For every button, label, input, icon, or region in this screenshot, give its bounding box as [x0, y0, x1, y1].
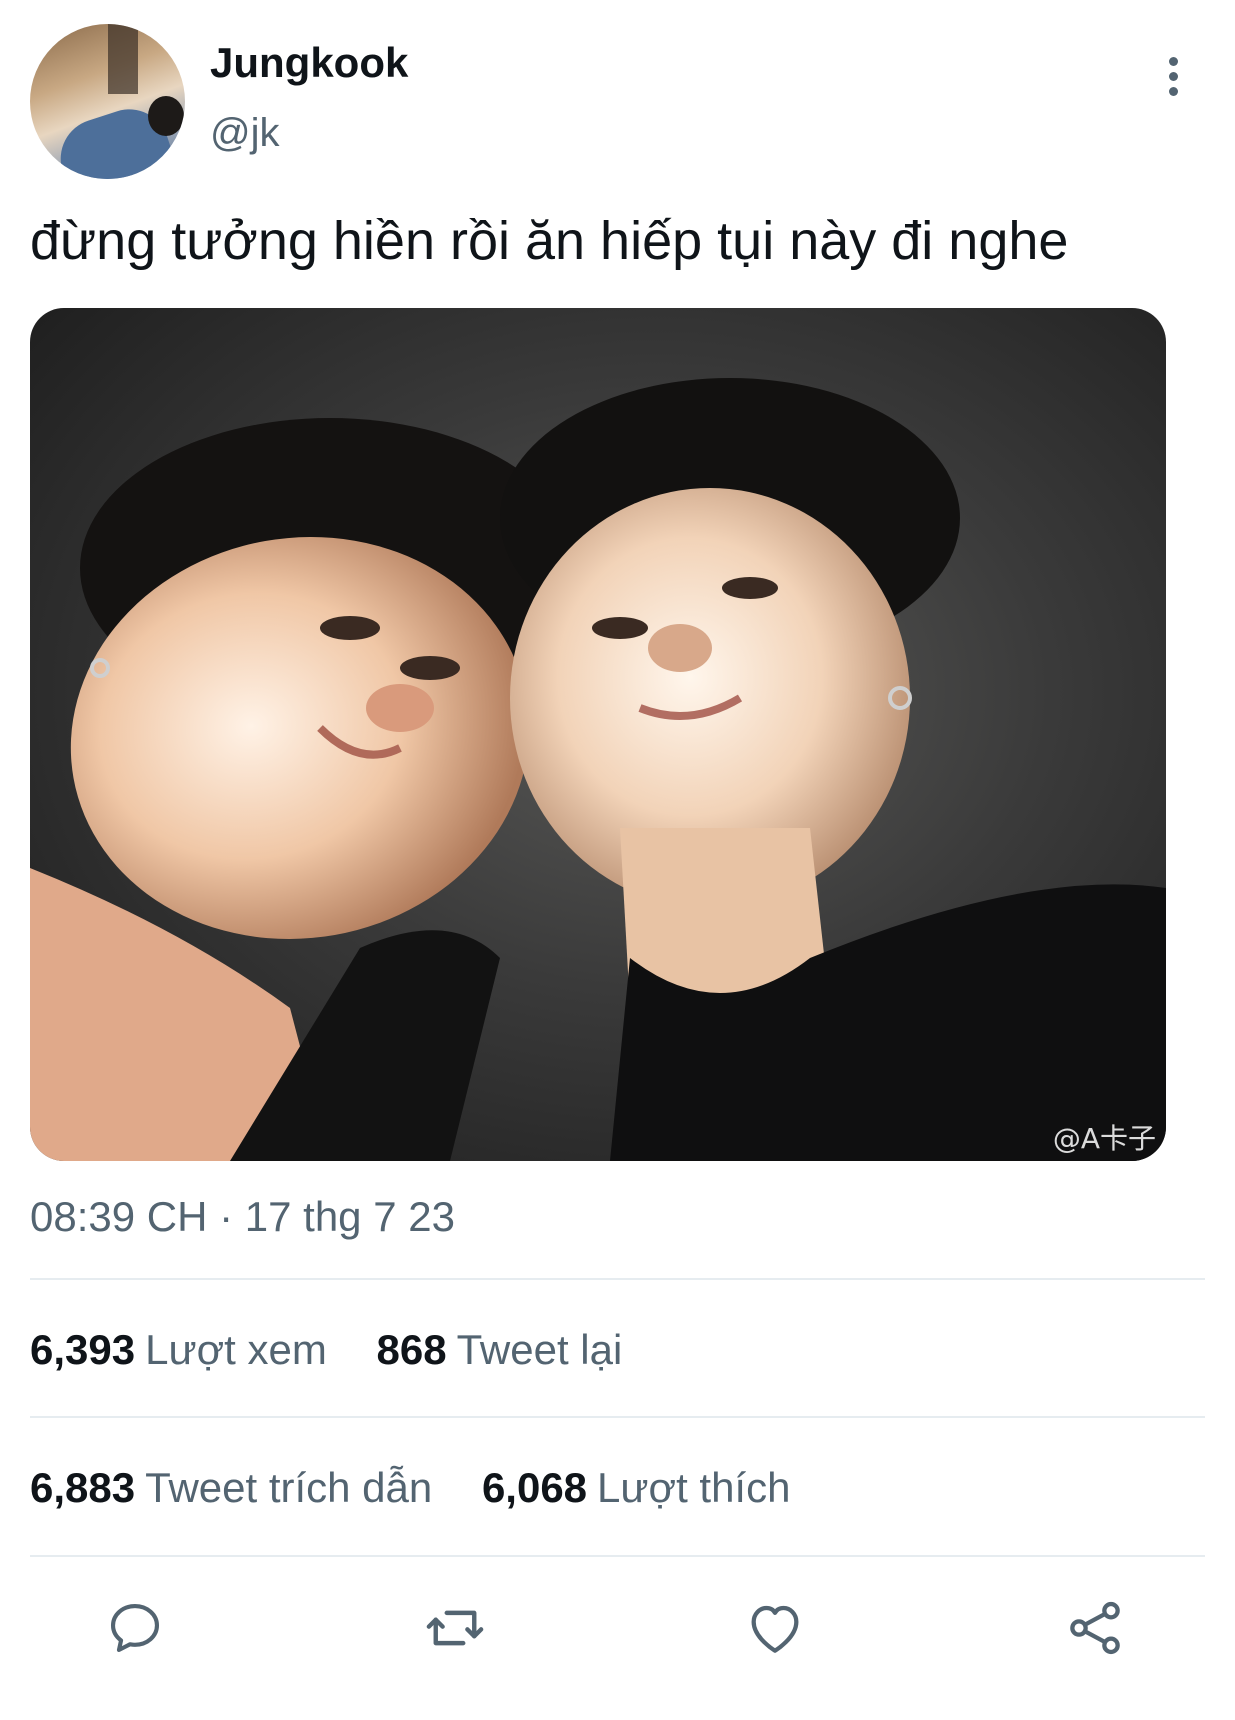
- share-icon: [1070, 1601, 1120, 1655]
- more-options-button[interactable]: [1150, 48, 1196, 104]
- author-name[interactable]: Jungkook: [210, 38, 408, 88]
- divider: [30, 1555, 1205, 1557]
- tweet-text: đừng tưởng hiền rồi ăn hiếp tụi này đi n…: [30, 211, 1069, 271]
- likes-stat[interactable]: 6,068 Lượt thích: [482, 1461, 791, 1515]
- tweet-timestamp[interactable]: 08:39 CH · 17 thg 7 23: [30, 1190, 455, 1244]
- views-label: Lượt xem: [145, 1326, 327, 1373]
- stats-row-primary: 6,393 Lượt xem 868 Tweet lại: [30, 1323, 660, 1377]
- more-dot-icon: [1168, 56, 1178, 66]
- author-avatar[interactable]: [30, 24, 185, 179]
- avatar-background: [108, 24, 138, 94]
- share-button[interactable]: [1055, 1588, 1135, 1668]
- media-watermark: @A卡子: [1052, 1122, 1156, 1155]
- avatar-figure-head: [148, 96, 184, 136]
- quotes-label: Tweet trích dẫn: [145, 1464, 433, 1511]
- retweet-icon: [426, 1610, 484, 1646]
- photo-illustration: [30, 378, 1166, 1161]
- divider: [30, 1416, 1205, 1418]
- tweet-photo[interactable]: @A卡子: [30, 308, 1166, 1161]
- views-count: 6,393: [30, 1326, 136, 1373]
- tweet-action-bar: [0, 1588, 1235, 1668]
- retweets-stat[interactable]: 868 Tweet lại: [376, 1323, 622, 1377]
- like-icon: [751, 1605, 799, 1653]
- retweet-button[interactable]: [415, 1588, 495, 1668]
- reply-icon: [110, 1603, 160, 1653]
- retweets-count: 868: [376, 1326, 447, 1373]
- quotes-stat[interactable]: 6,883 Tweet trích dẫn: [30, 1461, 432, 1515]
- author-handle[interactable]: @jk: [210, 108, 280, 158]
- likes-count: 6,068: [481, 1464, 588, 1511]
- reply-button[interactable]: [95, 1588, 175, 1668]
- views-stat[interactable]: 6,393 Lượt xem: [30, 1323, 327, 1377]
- more-dot-icon: [1168, 86, 1178, 96]
- divider: [30, 1278, 1205, 1280]
- stats-row-secondary: 6,883 Tweet trích dẫn 6,068 Lượt thích: [30, 1461, 828, 1515]
- tweet-detail: Jungkook @jk đừng tưởng hiền rồi ăn hiếp…: [0, 0, 1235, 1720]
- like-button[interactable]: [735, 1588, 815, 1668]
- likes-label: Lượt thích: [597, 1464, 791, 1511]
- more-dot-icon: [1168, 71, 1178, 81]
- retweets-label: Tweet lại: [456, 1326, 623, 1373]
- quotes-count: 6,883: [30, 1464, 136, 1511]
